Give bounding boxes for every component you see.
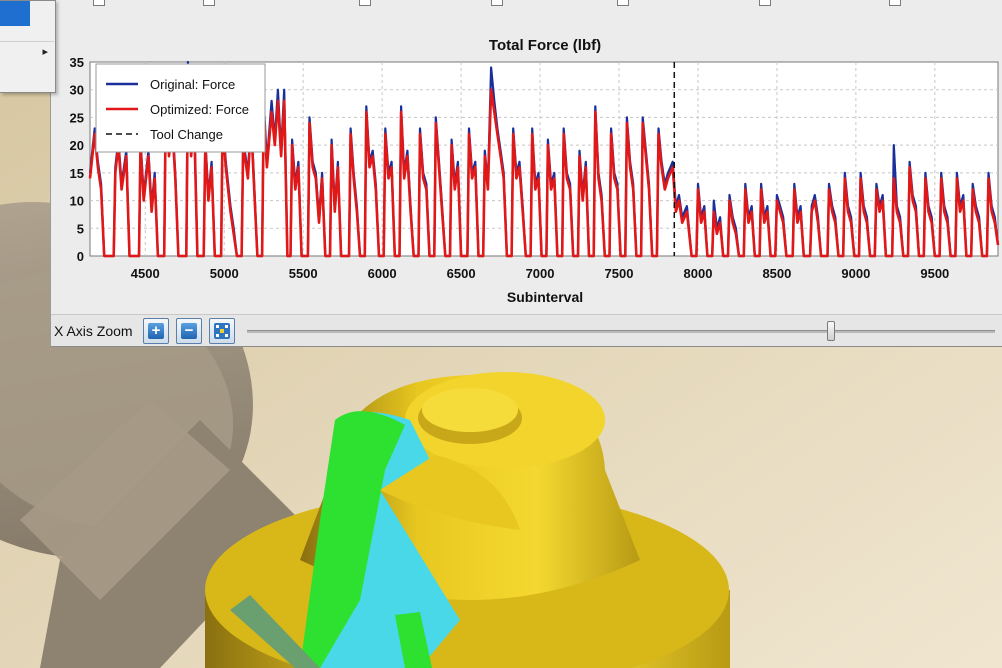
x-tick-label: 6000 (368, 266, 397, 281)
menu-item-selected[interactable] (0, 1, 30, 26)
x-tick-label: 4500 (131, 266, 160, 281)
chart-panel: Total Force (lbf) 0 5 10 15 20 25 30 35 4500 500… (50, 0, 1002, 347)
x-tick-label: 6500 (447, 266, 476, 281)
x-tick-label: 9000 (841, 266, 870, 281)
x-axis-label: Subinterval (507, 289, 583, 305)
zoom-slider-thumb[interactable] (827, 321, 835, 341)
x-tick-label: 7000 (526, 266, 555, 281)
x-tick-label: 8500 (762, 266, 791, 281)
x-tick-label: 8000 (684, 266, 713, 281)
y-tick-label: 35 (70, 55, 84, 70)
context-menu: ▸ (0, 0, 56, 93)
y-tick-label: 10 (70, 194, 84, 209)
x-axis: 4500 5000 5500 6000 6500 7000 7500 8000 8500 9000… (131, 266, 949, 281)
y-tick-label: 5 (77, 221, 84, 236)
y-tick-label: 0 (77, 249, 84, 264)
x-tick-label: 5000 (210, 266, 239, 281)
chart-legend: Original: Force Optimized: Force Tool Ch… (95, 63, 266, 153)
chart-title: Total Force (lbf) (489, 37, 601, 54)
fit-icon (214, 323, 230, 339)
zoom-fit-button[interactable] (209, 318, 235, 344)
chevron-right-icon: ▸ (42, 46, 48, 58)
zoom-slider-track[interactable] (247, 330, 995, 333)
y-tick-label: 15 (70, 166, 84, 181)
zoom-out-button[interactable]: − (176, 318, 202, 344)
zoom-in-button[interactable]: + (143, 318, 169, 344)
menu-item-submenu[interactable]: ▸ (0, 41, 54, 63)
y-tick-label: 25 (70, 110, 84, 125)
x-tick-label: 5500 (289, 266, 318, 281)
zoom-toolbar: X Axis Zoom + − (51, 314, 1002, 346)
legend-label-tool-change: Tool Change (150, 127, 223, 142)
y-tick-label: 20 (70, 138, 84, 153)
y-tick-label: 30 (70, 83, 84, 98)
y-axis: 0 5 10 15 20 25 30 35 (70, 55, 84, 264)
zoom-out-icon: − (181, 323, 197, 339)
x-tick-label: 9500 (920, 266, 949, 281)
legend-label-original: Original: Force (150, 77, 235, 92)
x-tick-label: 7500 (605, 266, 634, 281)
legend-label-optimized: Optimized: Force (150, 102, 249, 117)
zoom-label: X Axis Zoom (54, 323, 133, 339)
force-chart[interactable]: Total Force (lbf) 0 5 10 15 20 25 30 35 4500 500… (51, 0, 1002, 314)
zoom-in-icon: + (148, 323, 164, 339)
